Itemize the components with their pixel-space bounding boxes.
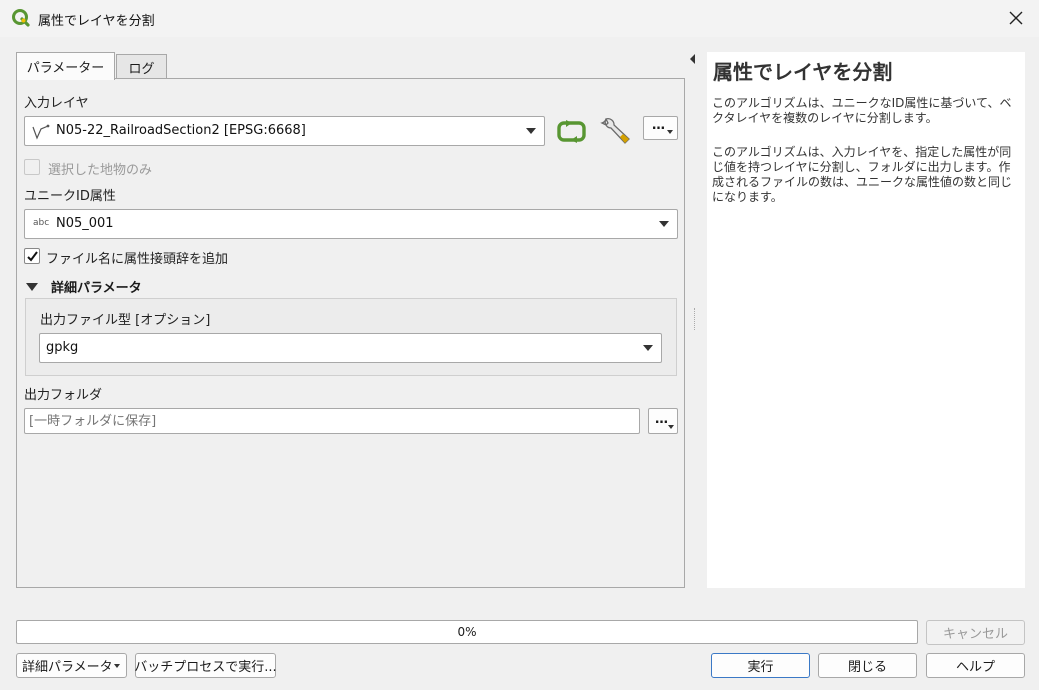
output-folder-input[interactable] — [24, 408, 640, 434]
close-button[interactable]: 閉じる — [818, 653, 917, 678]
output-type-combo[interactable]: gpkg — [39, 333, 662, 363]
chevron-down-icon — [526, 128, 536, 134]
help-title: 属性でレイヤを分割 — [713, 60, 893, 84]
advanced-menu-label: 詳細パラメータ — [22, 660, 113, 675]
window-title: 属性でレイヤを分割 — [38, 14, 155, 29]
unique-id-value: N05_001 — [56, 216, 114, 231]
prefix-label: ファイル名に属性接頭辞を追加 — [46, 252, 229, 267]
output-folder-label: 出力フォルダ — [24, 388, 103, 403]
advanced-label: 詳細パラメータ — [51, 281, 142, 296]
help-button[interactable]: ヘルプ — [926, 653, 1025, 678]
collapse-arrow-icon — [26, 283, 38, 291]
selected-only-label: 選択した地物のみ — [48, 163, 153, 178]
prefix-checkbox[interactable] — [24, 248, 40, 264]
splitter-handle[interactable] — [694, 308, 696, 330]
output-folder-browse-button[interactable]: … — [648, 408, 678, 434]
output-type-value: gpkg — [46, 340, 79, 355]
tab-parameters[interactable]: パラメーター — [16, 52, 115, 80]
qgis-logo-icon — [12, 9, 30, 27]
chevron-down-icon — [114, 664, 120, 668]
advanced-toggle[interactable]: 詳細パラメータ — [24, 277, 224, 297]
input-layer-combo[interactable]: N05-22_RailroadSection2 [EPSG:6668] — [24, 116, 545, 146]
chevron-down-icon — [659, 221, 669, 227]
layer-options-button[interactable]: … — [643, 116, 678, 140]
line-layer-icon — [32, 124, 50, 140]
unique-id-combo[interactable]: abc N05_001 — [24, 209, 678, 239]
batch-process-button[interactable]: バッチプロセスで実行... — [134, 653, 277, 678]
title-bar: 属性でレイヤを分割 — [0, 0, 1039, 37]
input-layer-label: 入力レイヤ — [24, 96, 89, 111]
wrench-icon[interactable] — [600, 115, 633, 148]
tab-log[interactable]: ログ — [116, 54, 167, 79]
unique-id-label: ユニークID属性 — [24, 189, 116, 204]
iterate-icon[interactable] — [557, 119, 586, 144]
advanced-menu-button[interactable]: 詳細パラメータ — [16, 653, 127, 678]
string-field-icon: abc — [33, 218, 50, 228]
help-panel: 属性でレイヤを分割 このアルゴリズムは、ユニークなID属性に基づいて、ベクタレイ… — [707, 52, 1025, 588]
run-button[interactable]: 実行 — [711, 653, 810, 678]
help-paragraph-2: このアルゴリズムは、入力レイヤを、指定した属性が同じ値を持つレイヤに分割し、フォ… — [712, 145, 1013, 204]
checkmark-icon — [27, 251, 38, 262]
collapse-help-icon[interactable] — [690, 54, 695, 64]
progress-bar: 0% — [16, 620, 918, 644]
input-layer-value: N05-22_RailroadSection2 [EPSG:6668] — [56, 123, 306, 138]
help-paragraph-1: このアルゴリズムは、ユニークなID属性に基づいて、ベクタレイヤを複数のレイヤに分… — [712, 96, 1012, 125]
output-type-label: 出力ファイル型 [オプション] — [40, 313, 211, 328]
cancel-button[interactable]: キャンセル — [926, 620, 1025, 645]
chevron-down-icon — [667, 130, 673, 134]
chevron-down-icon — [668, 425, 674, 429]
progress-text: 0% — [457, 625, 477, 639]
close-icon[interactable] — [1005, 7, 1027, 29]
selected-only-checkbox[interactable] — [24, 159, 40, 175]
chevron-down-icon — [643, 345, 653, 351]
